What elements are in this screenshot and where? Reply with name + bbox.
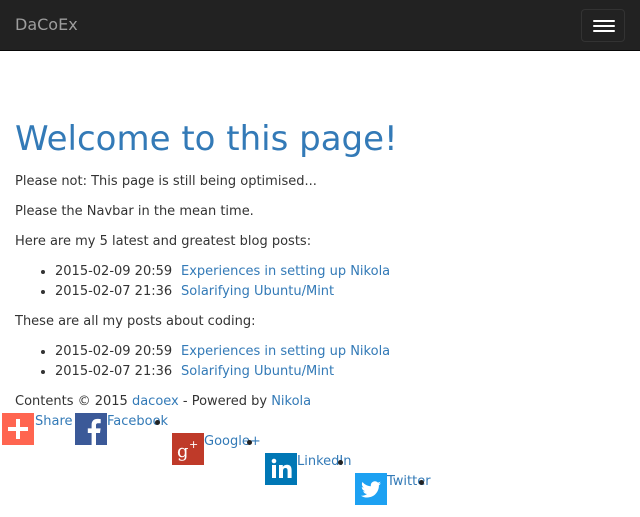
twitter-glyph xyxy=(360,481,381,498)
google-plus-icon[interactable]: g + xyxy=(172,433,204,465)
latest-posts-list: 2015-02-09 20:59 Experiences in setting u… xyxy=(15,262,390,302)
list-item: 2015-02-07 21:36 Solarifying Ubuntu/Mint xyxy=(55,282,390,302)
coding-posts-list: 2015-02-09 20:59 Experiences in setting u… xyxy=(15,342,390,382)
copyright-text: Contents © 2015 xyxy=(15,394,132,409)
coding-posts-intro: These are all my posts about coding: xyxy=(15,314,256,329)
hamburger-icon-line xyxy=(593,30,615,32)
list-item: 2015-02-07 21:36 Solarifying Ubuntu/Mint xyxy=(55,362,390,382)
post-link[interactable]: Experiences in setting up Nikola xyxy=(181,344,390,359)
navbar: DaCoEx xyxy=(0,0,640,51)
linkedin-glyph xyxy=(271,458,292,478)
bullet-icon xyxy=(338,460,343,465)
footer: Contents © 2015 dacoex - Powered by Niko… xyxy=(15,392,311,412)
post-link[interactable]: Solarifying Ubuntu/Mint xyxy=(181,284,334,299)
google-plus-link[interactable]: Google+ xyxy=(204,432,261,452)
linkedin-icon[interactable] xyxy=(265,453,297,485)
latest-posts-intro: Here are my 5 latest and greatest blog p… xyxy=(15,234,312,249)
post-date: 2015-02-09 20:59 xyxy=(55,264,173,279)
svg-text:g: g xyxy=(177,441,189,462)
nikola-link[interactable]: Nikola xyxy=(271,394,311,409)
twitter-link[interactable]: Twitter xyxy=(387,472,431,492)
post-date: 2015-02-07 21:36 xyxy=(55,284,173,299)
navbar-toggle-button[interactable] xyxy=(581,9,625,42)
post-date: 2015-02-09 20:59 xyxy=(55,344,173,359)
facebook-icon[interactable] xyxy=(75,413,107,445)
hamburger-icon-line xyxy=(593,25,615,27)
site-brand[interactable]: DaCoEx xyxy=(15,15,78,35)
optimisation-notice: Please not: This page is still being opt… xyxy=(15,174,317,189)
author-link[interactable]: dacoex xyxy=(132,394,179,409)
post-link[interactable]: Solarifying Ubuntu/Mint xyxy=(181,364,334,379)
powered-by-text: - Powered by xyxy=(178,394,272,409)
list-item: 2015-02-09 20:59 Experiences in setting u… xyxy=(55,342,390,362)
google-plus-glyph: g + xyxy=(177,438,198,462)
facebook-glyph xyxy=(87,418,101,445)
navbar-hint: Please the Navbar in the mean time. xyxy=(15,204,254,219)
post-date: 2015-02-07 21:36 xyxy=(55,364,173,379)
bullet-icon xyxy=(155,420,160,425)
twitter-icon[interactable] xyxy=(355,473,387,505)
share-link[interactable]: Share xyxy=(35,412,73,432)
plus-icon[interactable] xyxy=(2,413,34,445)
svg-text:+: + xyxy=(189,438,198,451)
list-item: 2015-02-09 20:59 Experiences in setting u… xyxy=(55,262,390,282)
bullet-icon xyxy=(247,440,252,445)
linkedin-link[interactable]: LinkedIn xyxy=(297,452,351,472)
post-link[interactable]: Experiences in setting up Nikola xyxy=(181,264,390,279)
hamburger-icon-line xyxy=(593,20,615,22)
bullet-icon xyxy=(419,480,424,485)
page-title: Welcome to this page! xyxy=(15,119,398,159)
